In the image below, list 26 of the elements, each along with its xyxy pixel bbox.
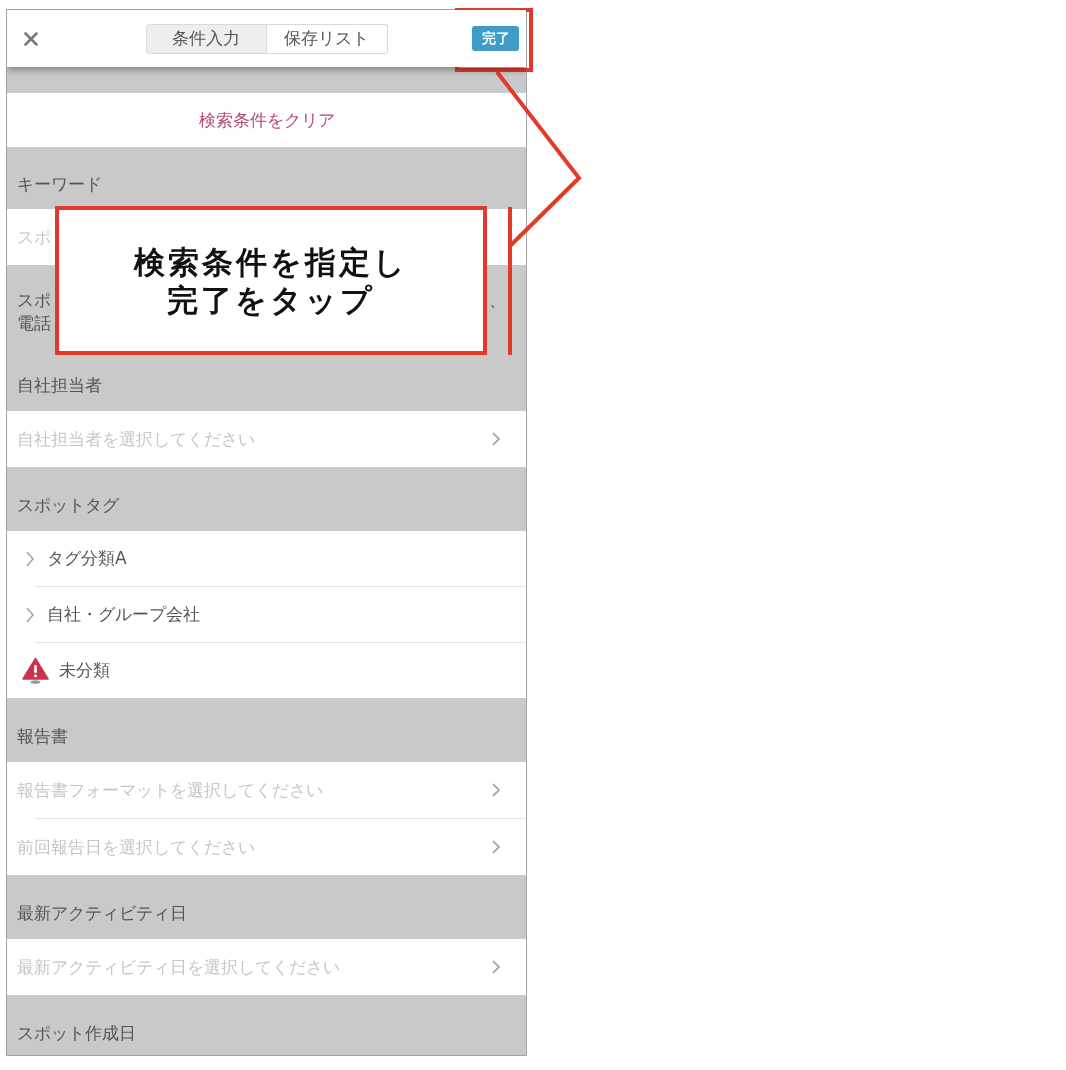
segment-tab[interactable]: 条件入力 — [145, 23, 267, 54]
warning-icon — [22, 657, 49, 684]
tag-item[interactable]: 未分類 — [7, 643, 526, 698]
hint-text: 、 — [489, 289, 506, 312]
close-icon[interactable] — [24, 31, 38, 46]
chevron-right-icon — [492, 432, 500, 446]
section-title: 報告書 — [16, 725, 69, 748]
section-title: 最新アクティビティ日 — [16, 902, 188, 925]
section-title: キーワード — [16, 173, 103, 196]
hint-text: スポ — [17, 289, 51, 312]
chevron-right-icon — [26, 550, 34, 567]
section-title: 自社担当者 — [16, 374, 103, 397]
callout-text: 完了をタップ — [167, 280, 375, 319]
tag-group-item[interactable]: タグ分類A — [7, 531, 526, 586]
callout-text: 検索条件を指定し — [134, 242, 408, 281]
hint-text: 電話 — [17, 312, 51, 335]
chevron-right-icon — [492, 783, 500, 797]
section-title: スポットタグ — [16, 494, 120, 517]
chevron-right-icon — [492, 840, 500, 854]
segment-tab[interactable]: 保存リスト — [266, 23, 388, 54]
clear-conditions-button[interactable]: 検索条件をクリア — [7, 93, 526, 147]
done-button[interactable]: 完了 — [472, 26, 519, 51]
chevron-right-icon — [492, 960, 500, 974]
section-title: スポット作成日 — [16, 1022, 137, 1045]
chevron-right-icon — [26, 606, 34, 623]
tag-group-item[interactable]: 自社・グループ会社 — [7, 587, 526, 642]
